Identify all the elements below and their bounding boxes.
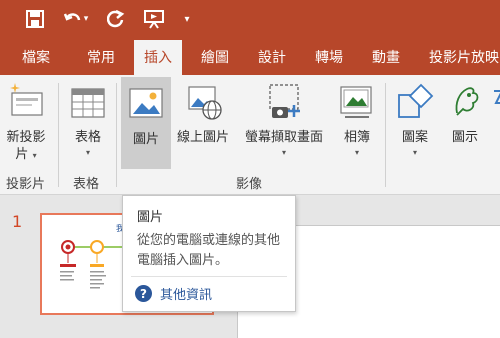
help-icon: ? (135, 285, 152, 302)
photo-album-label: 相簿 (343, 130, 370, 145)
online-pictures-label: 線上圖片 (176, 130, 229, 145)
present-from-beginning-button[interactable] (141, 8, 167, 30)
quick-access-toolbar: ▾ ▾ (0, 0, 500, 40)
chevron-down-icon: ▾ (281, 148, 286, 157)
online-pictures-button[interactable]: 線上圖片 (173, 81, 233, 146)
photo-album-icon (337, 81, 377, 121)
repeat-icon (107, 10, 125, 28)
more-info-label: 其他資訊 (160, 288, 213, 303)
undo-dropdown-arrow[interactable]: ▾ (84, 14, 89, 24)
undo-icon (63, 13, 80, 21)
chevron-down-icon: ▾ (32, 151, 37, 160)
tab-design[interactable]: 設計 (258, 40, 286, 75)
tab-slideshow[interactable]: 投影片放映 (429, 40, 499, 75)
tab-animations[interactable]: 動畫 (372, 40, 400, 75)
chevron-down-icon: ▾ (85, 148, 90, 157)
picture-icon (126, 83, 166, 123)
chevron-down-icon: ▾ (412, 148, 417, 157)
new-slide-button[interactable]: 新投影 片 ▾ (4, 81, 48, 164)
repeat-button[interactable] (105, 8, 127, 30)
shapes-label: 圖案 (401, 130, 428, 145)
group-label-tables: 表格 (73, 177, 100, 192)
table-button[interactable]: 表格 ▾ (66, 81, 110, 157)
icons-button[interactable]: 圖示 (443, 81, 487, 146)
save-button[interactable] (24, 8, 46, 30)
tooltip-more-info-link[interactable]: ? 其他資訊 (135, 284, 212, 303)
screenshot-icon (264, 81, 304, 121)
picture-label: 圖片 (132, 132, 159, 147)
table-icon (68, 81, 108, 121)
shapes-button[interactable]: 圖案 ▾ (393, 81, 437, 157)
tooltip-description: 從您的電腦或連線的其他電腦插入圖片。 (137, 233, 281, 268)
tab-transitions[interactable]: 轉場 (315, 40, 343, 75)
tab-insert[interactable]: 插入 (134, 40, 182, 76)
table-label: 表格 (74, 130, 101, 145)
3d-models-button[interactable] (492, 89, 500, 119)
undo-button[interactable]: ▾ (60, 8, 92, 30)
group-divider (116, 83, 117, 187)
picture-button[interactable]: 圖片 (121, 77, 171, 169)
slide-number: 1 (12, 212, 23, 231)
group-divider (58, 83, 59, 187)
present-from-beginning-icon (144, 10, 164, 29)
3d-models-icon (494, 90, 500, 104)
photo-album-button[interactable]: 相簿 ▾ (336, 81, 378, 157)
chevron-down-icon: ▾ (354, 148, 359, 157)
tooltip-title: 圖片 (137, 210, 164, 225)
save-icon (26, 10, 44, 28)
screenshot-label: 螢幕擷取畫面 (244, 130, 323, 145)
shapes-icon (395, 81, 435, 121)
picture-tooltip: 圖片 從您的電腦或連線的其他電腦插入圖片。 ? 其他資訊 (122, 195, 296, 312)
online-pictures-icon (183, 81, 223, 121)
ribbon-tabs: 檔案 常用 插入 繪圖 設計 轉場 動畫 投影片放映 (0, 40, 500, 76)
icons-icon (445, 81, 485, 121)
tab-file[interactable]: 檔案 (22, 40, 50, 75)
tab-draw[interactable]: 繪圖 (201, 40, 229, 75)
new-slide-icon (6, 81, 46, 121)
ribbon-panel: 新投影 片 ▾ 投影片 表格 ▾ 表格 圖片 線上圖片 螢幕擷取畫面 ▾ 相簿 … (0, 75, 500, 195)
customize-toolbar-button[interactable]: ▾ (180, 8, 194, 30)
group-divider (385, 83, 386, 187)
tab-home[interactable]: 常用 (87, 40, 115, 75)
icons-label: 圖示 (451, 130, 478, 145)
group-label-slides: 投影片 (6, 177, 46, 192)
new-slide-label-line2: 片 (15, 147, 29, 162)
tooltip-divider (131, 276, 287, 277)
group-label-images: 影像 (236, 177, 263, 192)
screenshot-button[interactable]: 螢幕擷取畫面 ▾ (240, 81, 328, 157)
new-slide-label-line1: 新投影 (6, 130, 46, 145)
